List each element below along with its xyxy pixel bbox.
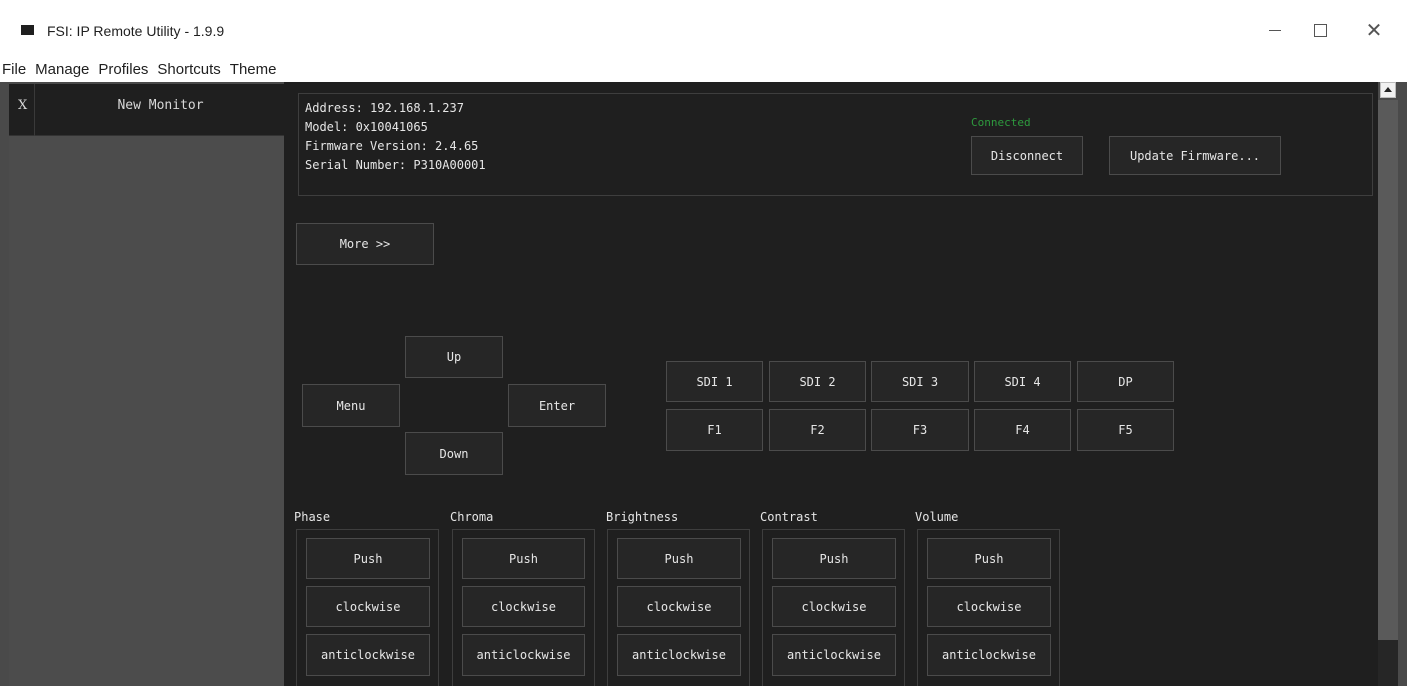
function-f1-button[interactable]: F1 bbox=[666, 409, 763, 451]
volume-label: Volume bbox=[915, 510, 959, 524]
brightness-label: Brightness bbox=[606, 510, 679, 524]
chroma-anticlockwise-button[interactable]: anticlockwise bbox=[462, 634, 585, 676]
scroll-up-icon[interactable] bbox=[1380, 82, 1396, 98]
phase-label: Phase bbox=[294, 510, 331, 524]
volume-push-button[interactable]: Push bbox=[927, 538, 1051, 579]
maximize-icon[interactable] bbox=[1297, 14, 1343, 46]
menu-button[interactable]: Menu bbox=[302, 384, 400, 427]
phase-push-button[interactable]: Push bbox=[306, 538, 430, 579]
scroll-thumb[interactable] bbox=[1378, 100, 1398, 640]
more-button[interactable]: More >> bbox=[296, 223, 434, 265]
sidebar-empty-area bbox=[9, 137, 284, 686]
device-panel: Address: 192.168.1.237 Model: 0x10041065… bbox=[284, 82, 1378, 686]
menu-manage[interactable]: Manage bbox=[35, 61, 89, 78]
device-info-panel: Address: 192.168.1.237 Model: 0x10041065… bbox=[298, 93, 1373, 196]
connection-status: Connected bbox=[971, 116, 1031, 129]
menu-bar: File Manage Profiles Shortcuts Theme bbox=[0, 56, 1407, 82]
app-icon bbox=[21, 25, 34, 35]
minimize-icon[interactable] bbox=[1252, 14, 1298, 46]
input-sdi4-button[interactable]: SDI 4 bbox=[974, 361, 1071, 402]
input-sdi1-button[interactable]: SDI 1 bbox=[666, 361, 763, 402]
enter-button[interactable]: Enter bbox=[508, 384, 606, 427]
menu-theme[interactable]: Theme bbox=[230, 61, 277, 78]
chroma-clockwise-button[interactable]: clockwise bbox=[462, 586, 585, 627]
main-area: X New Monitor Address: 192.168.1.237 Mod… bbox=[0, 82, 1407, 686]
device-sidebar: X New Monitor bbox=[9, 84, 284, 686]
function-f2-button[interactable]: F2 bbox=[769, 409, 866, 451]
contrast-anticlockwise-button[interactable]: anticlockwise bbox=[772, 634, 896, 676]
firmware-text: Firmware Version: 2.4.65 bbox=[305, 139, 479, 153]
contrast-push-button[interactable]: Push bbox=[772, 538, 896, 579]
device-tab[interactable]: X New Monitor bbox=[9, 84, 284, 136]
brightness-clockwise-button[interactable]: clockwise bbox=[617, 586, 741, 627]
phase-anticlockwise-button[interactable]: anticlockwise bbox=[306, 634, 430, 676]
volume-clockwise-button[interactable]: clockwise bbox=[927, 586, 1051, 627]
close-icon[interactable]: ✕ bbox=[1351, 14, 1397, 46]
brightness-anticlockwise-button[interactable]: anticlockwise bbox=[617, 634, 741, 676]
update-firmware-button[interactable]: Update Firmware... bbox=[1109, 136, 1281, 175]
chroma-push-button[interactable]: Push bbox=[462, 538, 585, 579]
volume-anticlockwise-button[interactable]: anticlockwise bbox=[927, 634, 1051, 676]
input-sdi3-button[interactable]: SDI 3 bbox=[871, 361, 969, 402]
brightness-push-button[interactable]: Push bbox=[617, 538, 741, 579]
function-f4-button[interactable]: F4 bbox=[974, 409, 1071, 451]
contrast-clockwise-button[interactable]: clockwise bbox=[772, 586, 896, 627]
scroll-track[interactable] bbox=[1378, 640, 1398, 686]
input-sdi2-button[interactable]: SDI 2 bbox=[769, 361, 866, 402]
menu-profiles[interactable]: Profiles bbox=[98, 61, 148, 78]
input-dp-button[interactable]: DP bbox=[1077, 361, 1174, 402]
function-f3-button[interactable]: F3 bbox=[871, 409, 969, 451]
contrast-label: Contrast bbox=[760, 510, 818, 524]
address-text: Address: 192.168.1.237 bbox=[305, 101, 464, 115]
vertical-scrollbar[interactable] bbox=[1378, 82, 1398, 686]
chroma-label: Chroma bbox=[450, 510, 494, 524]
title-bar: FSI: IP Remote Utility - 1.9.9 ✕ bbox=[0, 0, 1407, 56]
function-f5-button[interactable]: F5 bbox=[1077, 409, 1174, 451]
phase-clockwise-button[interactable]: clockwise bbox=[306, 586, 430, 627]
close-tab-button[interactable]: X bbox=[9, 84, 35, 136]
disconnect-button[interactable]: Disconnect bbox=[971, 136, 1083, 175]
menu-shortcuts[interactable]: Shortcuts bbox=[157, 61, 220, 78]
down-button[interactable]: Down bbox=[405, 432, 503, 475]
serial-text: Serial Number: P310A00001 bbox=[305, 158, 486, 172]
menu-file[interactable]: File bbox=[2, 61, 26, 78]
window-title: FSI: IP Remote Utility - 1.9.9 bbox=[47, 23, 225, 39]
model-text: Model: 0x10041065 bbox=[305, 120, 428, 134]
device-tab-label[interactable]: New Monitor bbox=[37, 98, 284, 113]
up-button[interactable]: Up bbox=[405, 336, 503, 378]
